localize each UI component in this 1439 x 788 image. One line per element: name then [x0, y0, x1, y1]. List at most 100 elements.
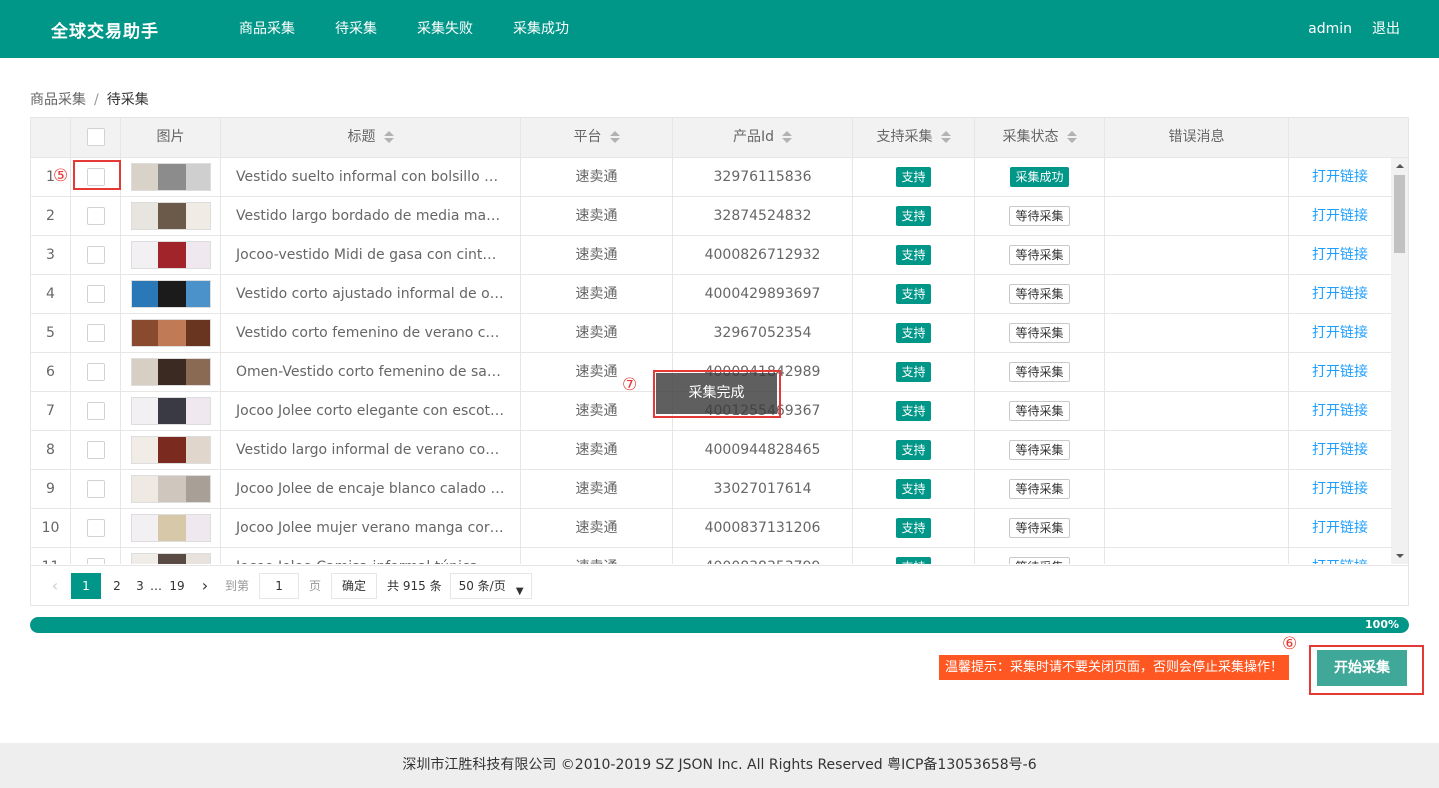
thumbnail-part: [185, 359, 210, 385]
status-badge: 等待采集: [1009, 245, 1070, 265]
row-checkbox[interactable]: [86, 402, 105, 420]
sort-icon[interactable]: [383, 131, 394, 143]
header-checkbox-cell: [71, 118, 121, 157]
table-scrollbar[interactable]: [1391, 158, 1408, 564]
pagination: ‹ 1 2 3 … 19 › 到第 1 页 确定 共 915 条 50 条/页 ▼: [31, 565, 1408, 605]
breadcrumb-parent[interactable]: 商品采集: [30, 92, 86, 108]
row-support-cell: 支持: [853, 275, 975, 313]
row-image-cell: [121, 353, 221, 391]
open-link[interactable]: 打开链接: [1289, 392, 1391, 430]
thumbnail-part: [157, 281, 186, 307]
page-size-select[interactable]: 50 条/页 ▼: [449, 572, 532, 599]
thumbnail-part: [157, 320, 186, 346]
product-thumbnail[interactable]: [130, 514, 211, 542]
row-platform: 速卖通: [521, 314, 673, 352]
username[interactable]: admin: [1308, 0, 1352, 58]
chevron-down-icon: ▼: [515, 585, 524, 597]
next-page-icon[interactable]: ›: [191, 573, 219, 599]
product-thumbnail[interactable]: [130, 319, 211, 347]
scroll-thumb[interactable]: [1394, 175, 1405, 253]
open-link[interactable]: 打开链接: [1289, 353, 1391, 391]
open-link[interactable]: 打开链接: [1289, 314, 1391, 352]
row-checkbox[interactable]: [86, 519, 105, 537]
page-ellipsis: …: [150, 578, 162, 593]
row-error: [1105, 158, 1289, 196]
sort-icon[interactable]: [1066, 131, 1077, 143]
nav-item-collect[interactable]: 商品采集: [219, 0, 315, 58]
row-support-cell: 支持: [853, 509, 975, 547]
row-checkbox[interactable]: [86, 246, 105, 264]
product-thumbnail[interactable]: [130, 358, 211, 386]
page-last[interactable]: 19: [163, 573, 191, 599]
header-action: [1289, 118, 1390, 157]
row-checkbox[interactable]: [86, 480, 105, 498]
header-platform[interactable]: 平台: [521, 118, 673, 157]
row-checkbox[interactable]: [86, 558, 105, 564]
thumbnail-part: [131, 320, 158, 346]
header-status[interactable]: 采集状态: [975, 118, 1105, 157]
open-link[interactable]: 打开链接: [1289, 236, 1391, 274]
product-thumbnail[interactable]: [130, 397, 211, 425]
thumbnail-part: [157, 242, 186, 268]
sort-icon[interactable]: [782, 131, 792, 143]
page-2[interactable]: 2: [103, 573, 131, 599]
row-platform: 速卖通: [521, 158, 673, 196]
goto-page-input[interactable]: 1: [259, 572, 300, 599]
header-support[interactable]: 支持采集: [853, 118, 975, 157]
status-badge: 等待采集: [1009, 284, 1070, 304]
row-product-id: 32976115836: [673, 158, 853, 196]
row-image-cell: [121, 275, 221, 313]
table-header: 图片 标题 平台 产品Id 支持采集 采集状态 错误消息: [31, 118, 1408, 158]
open-link[interactable]: 打开链接: [1289, 470, 1391, 508]
row-checkbox-cell: [71, 548, 121, 564]
open-link[interactable]: 打开链接: [1289, 431, 1391, 469]
row-checkbox[interactable]: [86, 363, 105, 381]
row-index: 7: [31, 392, 71, 430]
open-link[interactable]: 打开链接: [1289, 275, 1391, 313]
sort-icon[interactable]: [609, 131, 620, 143]
open-link[interactable]: 打开链接: [1289, 197, 1391, 235]
row-checkbox[interactable]: [86, 207, 105, 225]
product-thumbnail[interactable]: [130, 202, 211, 230]
open-link[interactable]: 打开链接: [1289, 509, 1391, 547]
logout-link[interactable]: 退出: [1372, 0, 1400, 58]
row-checkbox[interactable]: [86, 285, 105, 303]
row-title: Jocoo-vestido Midi de gasa con cintura e…: [221, 236, 521, 274]
row-title: Jocoo Jolee de encaje blanco calado eleg…: [221, 470, 521, 508]
scroll-down-icon[interactable]: [1396, 554, 1404, 558]
header-product-id[interactable]: 产品Id: [673, 118, 853, 157]
support-badge: 支持: [896, 323, 931, 343]
prev-page-icon[interactable]: ‹: [41, 573, 69, 599]
header-title-label: 标题: [347, 129, 376, 145]
product-thumbnail[interactable]: [130, 280, 211, 308]
thumbnail-part: [185, 398, 210, 424]
support-badge: 支持: [896, 518, 931, 538]
footer: 深圳市江胜科技有限公司 ©2010-2019 SZ JSON Inc. All …: [0, 743, 1439, 788]
select-all-checkbox[interactable]: [86, 128, 105, 146]
open-link[interactable]: 打开链接: [1289, 548, 1391, 564]
thumbnail-part: [131, 476, 158, 502]
goto-confirm-button[interactable]: 确定: [331, 572, 378, 599]
row-index: 3: [31, 236, 71, 274]
status-badge: 等待采集: [1009, 518, 1070, 538]
scroll-up-icon[interactable]: [1396, 164, 1404, 168]
sort-icon[interactable]: [940, 131, 951, 143]
row-checkbox[interactable]: [86, 441, 105, 459]
thumbnail-part: [157, 398, 186, 424]
page-3[interactable]: 3: [131, 573, 149, 599]
row-product-id: 4000838353799: [673, 548, 853, 564]
open-link[interactable]: 打开链接: [1289, 158, 1391, 196]
nav-item-failed[interactable]: 采集失败: [397, 0, 493, 58]
row-checkbox[interactable]: [86, 324, 105, 342]
header-title[interactable]: 标题: [221, 118, 521, 157]
product-thumbnail[interactable]: [130, 163, 211, 191]
product-thumbnail[interactable]: [130, 553, 211, 564]
product-thumbnail[interactable]: [130, 475, 211, 503]
nav-item-success[interactable]: 采集成功: [493, 0, 589, 58]
product-thumbnail[interactable]: [130, 241, 211, 269]
product-thumbnail[interactable]: [130, 436, 211, 464]
page-1[interactable]: 1: [71, 572, 101, 599]
row-image-cell: [121, 236, 221, 274]
row-title: Vestido largo informal de verano con est…: [221, 431, 521, 469]
nav-item-pending[interactable]: 待采集: [315, 0, 397, 58]
